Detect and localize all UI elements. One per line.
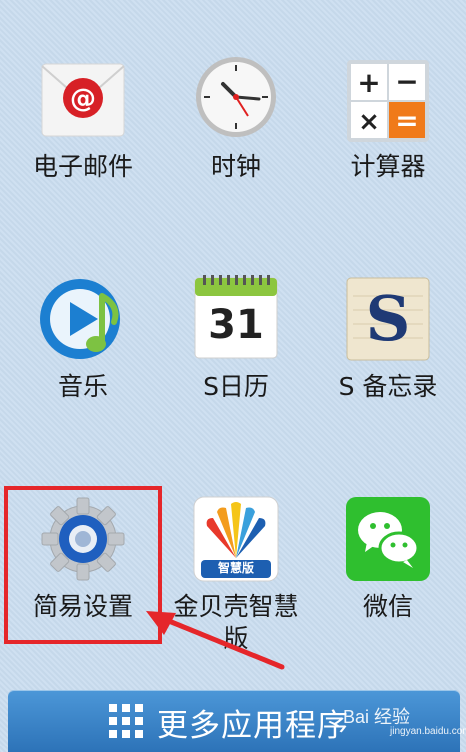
watermark-url: jingyan.baidu.com xyxy=(390,726,466,737)
app-music[interactable]: 音乐 xyxy=(5,276,155,406)
svg-text:+: + xyxy=(357,66,380,99)
app-label: 音乐 xyxy=(57,372,108,401)
app-label: 微信 xyxy=(362,592,413,621)
jinbeike-badge: 智慧版 xyxy=(217,561,254,575)
app-s-memo[interactable]: S S 备忘录 xyxy=(310,276,460,406)
app-clock[interactable]: 时钟 xyxy=(158,54,308,188)
music-icon xyxy=(40,279,120,359)
app-calculator[interactable]: + − × = 计算器 xyxy=(310,58,460,188)
app-label: 时钟 xyxy=(210,152,261,181)
email-icon: @ xyxy=(41,63,125,137)
app-label: S日历 xyxy=(203,372,269,401)
clock-icon xyxy=(196,57,276,137)
app-label: 电子邮件 xyxy=(32,152,133,181)
more-apps-label: 更多应用程序 xyxy=(157,708,349,744)
svg-text:×: × xyxy=(358,107,380,137)
calendar-day: 31 xyxy=(208,302,264,348)
app-email[interactable]: @ 电子邮件 xyxy=(5,58,155,188)
svg-text:=: = xyxy=(395,104,418,137)
highlight-box xyxy=(4,486,162,644)
svg-text:@: @ xyxy=(70,84,96,114)
memo-letter: S xyxy=(365,282,411,355)
grid-icon xyxy=(109,704,143,738)
wechat-icon xyxy=(346,497,430,581)
app-label: S 备忘录 xyxy=(338,372,438,401)
app-wechat[interactable]: 微信 xyxy=(310,496,460,626)
app-label: 计算器 xyxy=(350,152,426,181)
pointer-arrow xyxy=(146,611,285,670)
app-s-calendar[interactable]: 31 S日历 xyxy=(158,274,308,406)
svg-text:−: − xyxy=(395,65,418,98)
calculator-icon: + − × = xyxy=(347,60,429,142)
